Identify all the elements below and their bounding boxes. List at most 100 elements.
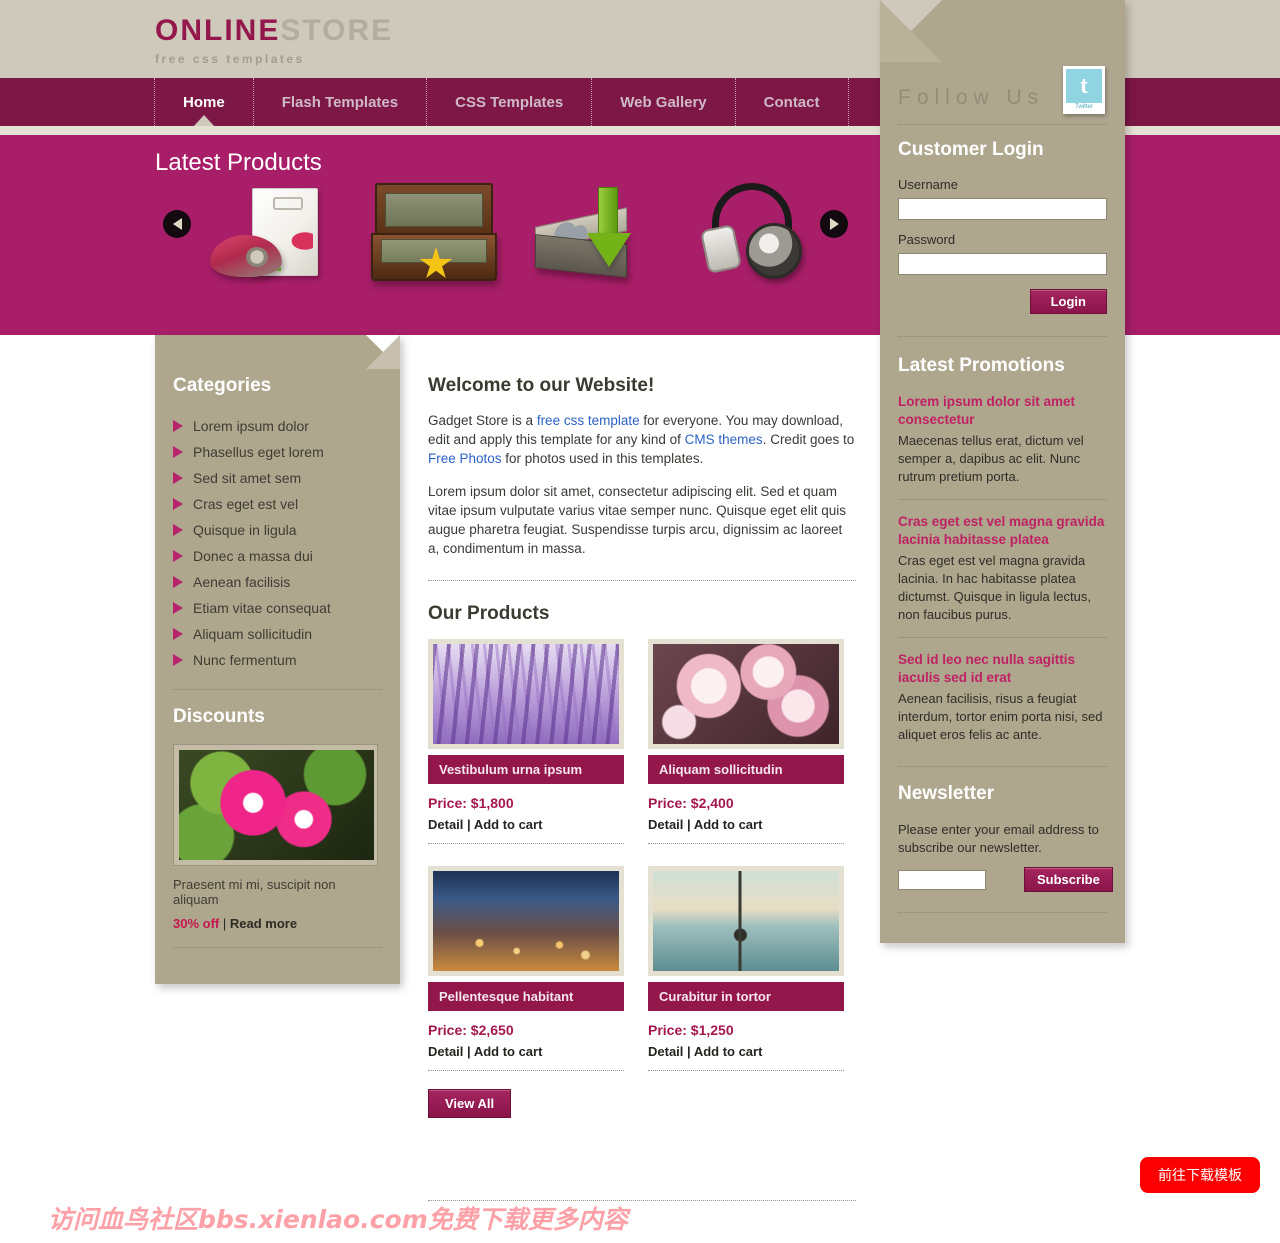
hero-product-briefcase[interactable]	[365, 183, 515, 303]
logo-secondary-text: STORE	[280, 14, 394, 47]
product-image-frame[interactable]	[428, 866, 624, 976]
actions-divider: |	[687, 817, 691, 832]
category-label: Aliquam sollicitudin	[193, 626, 313, 642]
product-title[interactable]: Pellentesque habitant	[428, 982, 624, 1011]
detail-link[interactable]: Detail	[648, 1044, 683, 1059]
welcome-text-a: Gadget Store is a	[428, 413, 537, 428]
twitter-icon[interactable]: t Twitter	[1063, 66, 1105, 114]
actions-divider: |	[687, 1044, 691, 1059]
add-to-cart-link[interactable]: Add to cart	[474, 817, 543, 832]
nav-item-home[interactable]: Home	[154, 78, 254, 127]
username-input[interactable]	[898, 198, 1107, 220]
list-item[interactable]: Lorem ipsum dolor	[173, 413, 382, 439]
product-image-frame[interactable]	[648, 866, 844, 976]
category-label: Sed sit amet sem	[193, 470, 302, 486]
left-sidebar: Categories Lorem ipsum dolor Phasellus e…	[155, 335, 400, 984]
hero-title: Latest Products	[155, 149, 322, 176]
discount-flower-image	[179, 750, 374, 860]
actions-divider: |	[467, 817, 471, 832]
product-image-frame[interactable]	[428, 639, 624, 749]
welcome-heading: Welcome to our Website!	[428, 375, 655, 396]
promotion-title[interactable]: Sed id leo nec nulla sagittis iaculis se…	[898, 651, 1107, 687]
view-all-button[interactable]: View All	[428, 1089, 512, 1118]
discount-percent-badge: 30% off	[173, 916, 220, 931]
product-price: Price: $2,650	[428, 1022, 514, 1038]
watermark-text: 访问血鸟社区bbs.xienlao.com免费下载更多内容	[48, 1205, 628, 1234]
cms-themes-link[interactable]: CMS themes	[685, 432, 763, 447]
list-item[interactable]: Cras eget est vel	[173, 491, 382, 517]
nav-item-css-templates[interactable]: CSS Templates	[426, 78, 593, 126]
password-label: Password	[898, 232, 956, 247]
hero-product-download-box[interactable]	[525, 183, 675, 303]
welcome-text-c: . Credit goes to	[762, 432, 855, 447]
promotion-body: Aenean facilisis, risus a feugiat interd…	[898, 691, 1103, 742]
nav-item-label: Home	[183, 93, 225, 111]
newsletter-description: Please enter your email address to subsc…	[898, 822, 1099, 855]
list-item[interactable]: Sed sit amet sem	[173, 465, 382, 491]
bullet-arrow-icon	[173, 420, 183, 432]
bullet-arrow-icon	[173, 576, 183, 588]
list-item[interactable]: Donec a massa dui	[173, 543, 382, 569]
product-image-frame[interactable]	[648, 639, 844, 749]
add-to-cart-link[interactable]: Add to cart	[474, 1044, 543, 1059]
free-css-template-link[interactable]: free css template	[537, 413, 640, 428]
discounts-heading: Discounts	[173, 706, 265, 727]
category-label: Phasellus eget lorem	[193, 444, 324, 460]
detail-link[interactable]: Detail	[648, 817, 683, 832]
product-actions: Detail | Add to cart	[648, 817, 844, 832]
list-item[interactable]: Nunc fermentum	[173, 647, 382, 673]
product-title[interactable]: Aliquam sollicitudin	[648, 755, 844, 784]
product-image-sailboat	[653, 871, 839, 971]
hero-product-mouse-bag[interactable]	[210, 183, 360, 303]
detail-link[interactable]: Detail	[428, 1044, 463, 1059]
newsletter-email-input[interactable]	[898, 869, 986, 890]
right-sidebar: Follow Us t Twitter Customer Login Usern…	[880, 0, 1125, 943]
promotion-body: Cras eget est vel magna gravida lacinia.…	[898, 553, 1091, 622]
newsletter-form-row: Subscribe	[898, 867, 1113, 892]
add-to-cart-link[interactable]: Add to cart	[694, 1044, 763, 1059]
free-photos-link[interactable]: Free Photos	[428, 451, 502, 466]
divider	[428, 580, 856, 581]
headphone-cup-right-icon	[746, 223, 802, 279]
briefcase-lid-icon	[375, 183, 493, 235]
discount-image-frame[interactable]	[173, 744, 378, 866]
page-fold-icon	[880, 0, 942, 62]
read-more-link[interactable]: Read more	[230, 916, 297, 931]
divider	[648, 1070, 844, 1071]
categories-list: Lorem ipsum dolor Phasellus eget lorem S…	[173, 413, 382, 673]
divider	[648, 843, 844, 844]
hero-product-headphones[interactable]	[690, 183, 840, 303]
login-button-row: Login	[898, 289, 1107, 314]
list-item[interactable]: Aliquam sollicitudin	[173, 621, 382, 647]
nav-item-contact[interactable]: Contact	[734, 78, 849, 126]
product-title[interactable]: Vestibulum urna ipsum	[428, 755, 624, 784]
site-logo[interactable]: ONLINESTORE free css templates	[155, 14, 393, 66]
arrow-left-icon[interactable]	[163, 210, 191, 238]
promotion-title[interactable]: Cras eget est vel magna gravida lacinia …	[898, 513, 1107, 549]
detail-link[interactable]: Detail	[428, 817, 463, 832]
promotion-title[interactable]: Lorem ipsum dolor sit amet consectetur	[898, 393, 1107, 429]
product-title[interactable]: Curabitur in tortor	[648, 982, 844, 1011]
list-item[interactable]: Aenean facilisis	[173, 569, 382, 595]
welcome-paragraph-2: Lorem ipsum dolor sit amet, consectetur …	[428, 484, 846, 556]
nav-item-flash-templates[interactable]: Flash Templates	[252, 78, 428, 126]
list-item[interactable]: Etiam vitae consequat	[173, 595, 382, 621]
password-input[interactable]	[898, 253, 1107, 275]
product-card: Pellentesque habitant Price: $2,650 Deta…	[428, 866, 624, 1071]
subscribe-button[interactable]: Subscribe	[1024, 867, 1113, 892]
page-fold-icon	[366, 335, 400, 369]
category-label: Cras eget est vel	[193, 496, 299, 512]
login-button[interactable]: Login	[1029, 289, 1107, 314]
list-item[interactable]: Phasellus eget lorem	[173, 439, 382, 465]
divider	[428, 843, 624, 844]
product-price: Price: $1,250	[648, 1022, 734, 1038]
category-label: Nunc fermentum	[193, 652, 297, 668]
download-arrow-icon	[587, 187, 631, 269]
add-to-cart-link[interactable]: Add to cart	[694, 817, 763, 832]
nav-item-label: CSS Templates	[455, 93, 564, 111]
download-template-button[interactable]: 前往下载模板	[1140, 1157, 1260, 1193]
triangle-left-glyph	[172, 218, 182, 230]
nav-item-web-gallery[interactable]: Web Gallery	[591, 78, 736, 126]
divider	[428, 1070, 624, 1071]
list-item[interactable]: Quisque in ligula	[173, 517, 382, 543]
